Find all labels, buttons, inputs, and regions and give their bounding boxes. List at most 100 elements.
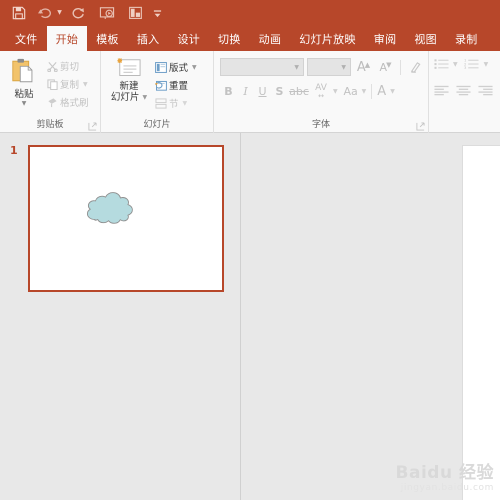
tab-record[interactable]: 录制 bbox=[446, 26, 487, 51]
increase-font-size-button[interactable]: A ▲ bbox=[354, 58, 373, 77]
format-painter-icon bbox=[44, 97, 60, 108]
new-slide-dropdown-caret[interactable]: ▼ bbox=[142, 94, 147, 101]
tab-insert[interactable]: 插入 bbox=[128, 26, 169, 51]
align-left-button[interactable] bbox=[432, 82, 450, 98]
scissors-icon bbox=[44, 61, 60, 72]
font-name-dropdown-caret[interactable]: ▼ bbox=[294, 64, 299, 71]
ribbon: 粘贴 ▼ 剪切 复制 ▼ 格式刷 剪贴板 新建 幻灯片 ▼ 版式 ▼ 重置 节 … bbox=[0, 51, 500, 133]
redo-button[interactable] bbox=[67, 2, 89, 24]
format-painter-button[interactable]: 格式刷 bbox=[44, 94, 89, 110]
tab-slideshow[interactable]: 幻灯片放映 bbox=[290, 26, 365, 51]
reset-label: 重置 bbox=[169, 81, 189, 92]
font-size-dropdown-caret[interactable]: ▼ bbox=[341, 64, 346, 71]
tab-transitions[interactable]: 切换 bbox=[209, 26, 250, 51]
undo-dropdown-caret[interactable]: ▼ bbox=[55, 2, 64, 24]
tab-file[interactable]: 文件 bbox=[6, 26, 47, 51]
change-case-button[interactable]: Aa bbox=[341, 82, 361, 100]
layout-button[interactable]: 版式 ▼ bbox=[153, 59, 197, 75]
section-dropdown-caret[interactable]: ▼ bbox=[183, 100, 188, 107]
slides-group-label: 幻灯片 bbox=[143, 120, 171, 130]
quick-access-toolbar: ▼ bbox=[0, 0, 500, 26]
section-icon bbox=[153, 97, 169, 109]
copy-dropdown-caret[interactable]: ▼ bbox=[83, 81, 88, 88]
save-icon bbox=[12, 6, 26, 20]
start-slideshow-button[interactable] bbox=[96, 2, 118, 24]
tab-home[interactable]: 开始 bbox=[46, 26, 88, 51]
copy-button[interactable]: 复制 ▼ bbox=[44, 76, 89, 92]
tab-animations[interactable]: 动画 bbox=[250, 26, 291, 51]
ribbon-group-slides: 新建 幻灯片 ▼ 版式 ▼ 重置 节 ▼ 幻灯片 bbox=[101, 51, 214, 133]
numbered-list-icon: 1 2 3 bbox=[464, 59, 479, 70]
font-name-combobox[interactable]: ▼ bbox=[220, 58, 304, 76]
ribbon-tab-bar: 文件 开始 模板 插入 设计 切换 动画 幻灯片放映 审阅 视图 录制 bbox=[0, 26, 500, 51]
bullets-button[interactable] bbox=[432, 56, 450, 72]
ribbon-group-paragraph: ▼ 1 2 3 ▼ bbox=[429, 51, 500, 133]
overflow-chevron-icon bbox=[153, 9, 161, 17]
change-case-dropdown-caret[interactable]: ▼ bbox=[362, 88, 367, 95]
slideshow-icon bbox=[99, 7, 115, 19]
section-label: 节 bbox=[169, 99, 179, 110]
copy-icon bbox=[44, 78, 60, 90]
numbering-dropdown-caret[interactable]: ▼ bbox=[484, 61, 489, 68]
decrease-font-size-button[interactable]: A ▼ bbox=[376, 58, 395, 77]
align-center-button[interactable] bbox=[454, 82, 472, 98]
font-color-button[interactable]: A bbox=[374, 82, 389, 100]
reset-icon bbox=[153, 80, 169, 91]
custom-layout-button[interactable] bbox=[124, 2, 146, 24]
layout-dropdown-caret[interactable]: ▼ bbox=[192, 64, 197, 71]
paragraph-group-label bbox=[429, 118, 500, 133]
tab-view[interactable]: 视图 bbox=[405, 26, 446, 51]
numbering-button[interactable]: 1 2 3 bbox=[463, 56, 481, 72]
tab-review[interactable]: 审阅 bbox=[365, 26, 406, 51]
new-slide-label-2: 幻灯片 bbox=[110, 92, 140, 103]
slide-number-label: 1 bbox=[10, 144, 18, 157]
undo-icon bbox=[37, 8, 51, 19]
font-size-combobox[interactable]: ▼ bbox=[307, 58, 351, 76]
paste-dropdown-caret[interactable]: ▼ bbox=[22, 101, 27, 107]
cloud-shape[interactable] bbox=[82, 189, 138, 227]
layout-icon bbox=[128, 6, 142, 19]
paste-icon bbox=[12, 58, 33, 83]
powerpoint-window: ▼ 文件 开始 模板 插入 设计 切换 动画 幻灯片放映 审阅 视图 录制 粘贴… bbox=[0, 0, 500, 500]
reset-button[interactable]: 重置 bbox=[153, 77, 197, 93]
font-dialog-launcher-icon[interactable] bbox=[416, 122, 425, 131]
paste-label: 粘贴 bbox=[14, 89, 34, 100]
section-button[interactable]: 节 ▼ bbox=[153, 95, 197, 111]
strikethrough-button[interactable]: abc bbox=[288, 82, 310, 100]
svg-text:3: 3 bbox=[464, 66, 467, 70]
align-right-button[interactable] bbox=[476, 82, 494, 98]
tab-design[interactable]: 设计 bbox=[168, 26, 209, 51]
underline-button[interactable]: U bbox=[254, 82, 271, 100]
bullet-list-icon bbox=[433, 59, 449, 69]
redo-icon bbox=[72, 8, 84, 19]
bold-button[interactable]: B bbox=[220, 82, 237, 100]
bullets-dropdown-caret[interactable]: ▼ bbox=[453, 61, 458, 68]
tab-template[interactable]: 模板 bbox=[87, 26, 128, 51]
font-separator bbox=[400, 59, 401, 75]
format-painter-label: 格式刷 bbox=[60, 98, 89, 109]
ribbon-group-clipboard: 粘贴 ▼ 剪切 复制 ▼ 格式刷 剪贴板 bbox=[0, 51, 101, 133]
side-panel[interactable] bbox=[462, 145, 500, 500]
text-shadow-button[interactable]: S bbox=[271, 82, 288, 100]
font-group-label: 字体 bbox=[311, 120, 330, 130]
cloud-icon bbox=[86, 192, 133, 224]
layout-icon bbox=[153, 61, 169, 73]
align-center-icon bbox=[455, 85, 471, 95]
save-button[interactable] bbox=[8, 2, 30, 24]
undo-button[interactable] bbox=[33, 2, 55, 24]
clipboard-dialog-launcher-icon[interactable] bbox=[88, 122, 97, 131]
customize-quick-access-button[interactable] bbox=[150, 2, 164, 24]
new-slide-button[interactable]: 新建 幻灯片 ▼ bbox=[105, 55, 153, 103]
cut-label: 剪切 bbox=[60, 62, 80, 73]
cut-button[interactable]: 剪切 bbox=[44, 58, 89, 74]
paste-button[interactable]: 粘贴 ▼ bbox=[4, 55, 44, 107]
clear-formatting-icon bbox=[410, 61, 421, 73]
align-right-icon bbox=[477, 85, 493, 95]
new-slide-label-1: 新建 bbox=[119, 81, 139, 92]
slide-thumbnail-1[interactable] bbox=[28, 145, 224, 292]
character-spacing-button[interactable]: AV ↔ bbox=[310, 82, 332, 100]
font-color-dropdown-caret[interactable]: ▼ bbox=[390, 88, 395, 95]
character-spacing-dropdown-caret[interactable]: ▼ bbox=[333, 88, 338, 95]
italic-button[interactable]: I bbox=[237, 82, 254, 100]
clear-formatting-button[interactable] bbox=[406, 58, 425, 77]
